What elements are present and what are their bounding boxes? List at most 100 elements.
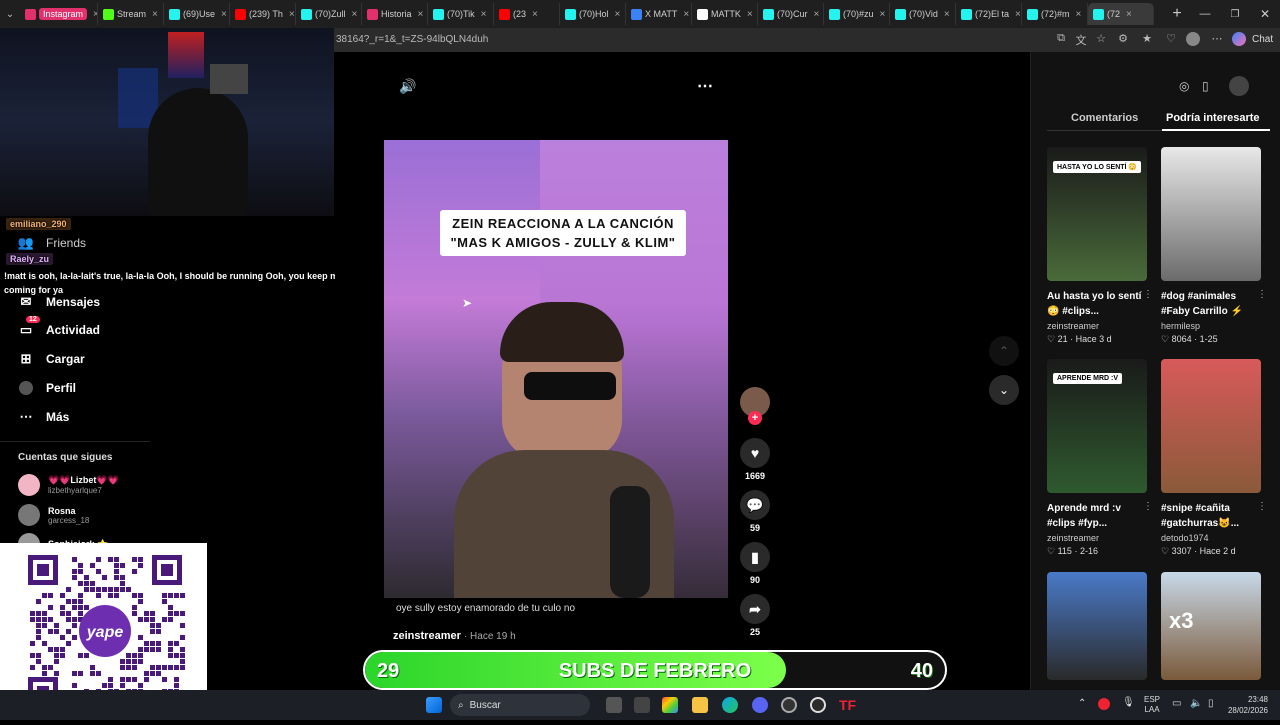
store-icon[interactable]: [634, 697, 650, 713]
recommended-video-card[interactable]: #dog #animales #Faby Carrillo ⚡ ⋮ hermiles…: [1161, 147, 1267, 345]
device-icon[interactable]: ▯: [1202, 79, 1209, 93]
profile-avatar-icon[interactable]: [1186, 32, 1200, 46]
tab-close-icon[interactable]: ×: [532, 9, 538, 20]
video-title[interactable]: #snipe #cañita #gatchurras😺...: [1161, 501, 1263, 531]
recommended-video-card[interactable]: HASTA YO LO SENTÍ 😳 Au hasta yo lo sentí …: [1047, 147, 1153, 345]
video-title[interactable]: #dog #animales #Faby Carrillo ⚡: [1161, 289, 1263, 319]
volume-icon[interactable]: 🔊: [399, 78, 416, 95]
browser-tab[interactable]: (72)El ta ×: [956, 3, 1022, 25]
file-explorer-icon[interactable]: [692, 697, 708, 713]
tab-comments[interactable]: Comentarios: [1071, 112, 1138, 124]
minimize-button[interactable]: —: [1190, 8, 1220, 20]
install-app-icon[interactable]: ⧉: [1054, 32, 1068, 46]
browser-tab[interactable]: (70)Tik ×: [428, 3, 494, 25]
browser-tab[interactable]: (70)#zu ×: [824, 3, 890, 25]
browser-tab[interactable]: (23 ×: [494, 3, 560, 25]
scan-icon[interactable]: ◎: [1179, 79, 1189, 93]
language-indicator[interactable]: ESP LAA: [1144, 695, 1160, 715]
card-menu-icon[interactable]: ⋮: [1143, 501, 1153, 512]
browser-tab[interactable]: Stream ×: [98, 3, 164, 25]
video-frame[interactable]: ZEIN REACCIONA A LA CANCIÓN "MAS K AMIGO…: [384, 140, 728, 598]
tab-close-icon[interactable]: ×: [221, 9, 227, 20]
author-avatar[interactable]: +: [740, 387, 770, 425]
recommended-video-card[interactable]: APRENDE MRD :V Aprende mrd :v #clips #fyp…: [1047, 359, 1153, 557]
tab-close-icon[interactable]: ×: [814, 9, 820, 20]
nav-more[interactable]: ⋯ Más: [18, 409, 70, 425]
taskbar-search[interactable]: ⌕ Buscar: [450, 694, 590, 716]
url-input[interactable]: 38164?_r=1&_t=ZS-94lbQLN4duh: [336, 34, 488, 45]
tab-close-icon[interactable]: ×: [1015, 9, 1021, 20]
nav-activity[interactable]: ▭ 12 Actividad: [18, 316, 100, 338]
tab-close-icon[interactable]: ×: [1126, 9, 1132, 20]
favorite-star-icon[interactable]: ☆: [1094, 32, 1108, 46]
browser-tab[interactable]: (239) Th ×: [230, 3, 296, 25]
save-button[interactable]: ▮ 90: [740, 542, 770, 585]
video-author[interactable]: zeinstreamer: [1047, 533, 1149, 543]
tab-close-icon[interactable]: ×: [352, 9, 358, 20]
previous-video-button[interactable]: ⌃: [989, 336, 1019, 366]
copilot-app-icon[interactable]: [662, 697, 678, 713]
favorites-icon[interactable]: ★: [1140, 32, 1154, 46]
new-tab-button[interactable]: +: [1164, 5, 1190, 23]
next-video-button[interactable]: ⌄: [989, 375, 1019, 405]
chat-button[interactable]: Chat: [1252, 34, 1273, 45]
tab-close-icon[interactable]: ×: [1076, 9, 1082, 20]
network-icon[interactable]: ▭: [1172, 698, 1181, 709]
video-author[interactable]: zeinstreamer: [393, 630, 461, 642]
card-menu-icon[interactable]: ⋮: [1143, 289, 1153, 300]
tab-close-icon[interactable]: ×: [944, 9, 950, 20]
volume-tray-icon[interactable]: 🔈: [1190, 698, 1202, 709]
tab-close-icon[interactable]: ×: [289, 9, 295, 20]
video-author[interactable]: detodo1974: [1161, 533, 1263, 543]
tab-close-icon[interactable]: ×: [880, 9, 886, 20]
user-avatar[interactable]: [1229, 76, 1249, 96]
following-account[interactable]: Rosna garcess_18: [18, 504, 89, 526]
tab-recommended[interactable]: Podría interesarte: [1166, 112, 1260, 124]
copilot-icon[interactable]: [1232, 32, 1246, 46]
maximize-button[interactable]: ❐: [1220, 9, 1250, 20]
browser-tab[interactable]: MATTK ×: [692, 3, 758, 25]
show-hidden-icons[interactable]: ⌃: [1078, 698, 1086, 709]
discord-icon[interactable]: [752, 697, 768, 713]
tab-close-icon[interactable]: ×: [481, 9, 487, 20]
video-author[interactable]: hermilesp: [1161, 321, 1263, 331]
task-view-icon[interactable]: [606, 697, 622, 713]
nav-profile[interactable]: Perfil: [18, 380, 76, 396]
browser-tab[interactable]: (70)Cur ×: [758, 3, 824, 25]
tab-close-icon[interactable]: ×: [683, 9, 689, 20]
tab-close-icon[interactable]: ×: [152, 9, 158, 20]
microphone-icon[interactable]: 🎙: [1122, 697, 1135, 708]
tf-app-icon[interactable]: TF: [839, 697, 856, 713]
browser-tab[interactable]: (72)#m ×: [1022, 3, 1088, 25]
tab-close-icon[interactable]: ×: [418, 9, 424, 20]
recommended-video-card[interactable]: x3: [1161, 572, 1263, 680]
battery-icon[interactable]: ▯: [1208, 698, 1214, 709]
browser-tab[interactable]: (72 ×: [1088, 3, 1154, 25]
shield-icon[interactable]: ♡: [1164, 32, 1178, 46]
following-account[interactable]: 💗💗Lizbet💗💗 lizbethyarlque7: [18, 474, 119, 496]
browser-tab[interactable]: (70)Zull ×: [296, 3, 362, 25]
close-window-button[interactable]: ✕: [1250, 7, 1280, 21]
clock[interactable]: 23:48 28/02/2026: [1226, 694, 1268, 716]
browser-tab[interactable]: X MATT ×: [626, 3, 692, 25]
tab-close-icon[interactable]: ×: [615, 9, 621, 20]
nav-friends[interactable]: 👥 Friends: [18, 235, 86, 251]
recommended-video-card[interactable]: #snipe #cañita #gatchurras😺... ⋮ detodo197…: [1161, 359, 1267, 557]
browser-tab[interactable]: (69)Use ×: [164, 3, 230, 25]
share-button[interactable]: ➦ 25: [740, 594, 770, 637]
tray-app-icon[interactable]: [1098, 698, 1110, 710]
video-title[interactable]: Au hasta yo lo sentí 😳 #clips...: [1047, 289, 1149, 319]
app-icon[interactable]: [810, 697, 826, 713]
more-options-icon[interactable]: ⋯: [697, 76, 713, 96]
nav-upload[interactable]: ⊞ Cargar: [18, 351, 85, 367]
menu-dots-icon[interactable]: ⋯: [1210, 32, 1224, 46]
obs-icon[interactable]: [781, 697, 797, 713]
card-menu-icon[interactable]: ⋮: [1257, 289, 1267, 300]
tab-list-dropdown-icon[interactable]: ⌄: [0, 9, 20, 20]
browser-tab[interactable]: Instagram×: [20, 3, 98, 25]
extensions-icon[interactable]: ⚙: [1116, 32, 1130, 46]
card-menu-icon[interactable]: ⋮: [1257, 501, 1267, 512]
edge-browser-icon[interactable]: [722, 697, 738, 713]
video-author[interactable]: zeinstreamer: [1047, 321, 1149, 331]
video-title[interactable]: Aprende mrd :v #clips #fyp...: [1047, 501, 1149, 531]
